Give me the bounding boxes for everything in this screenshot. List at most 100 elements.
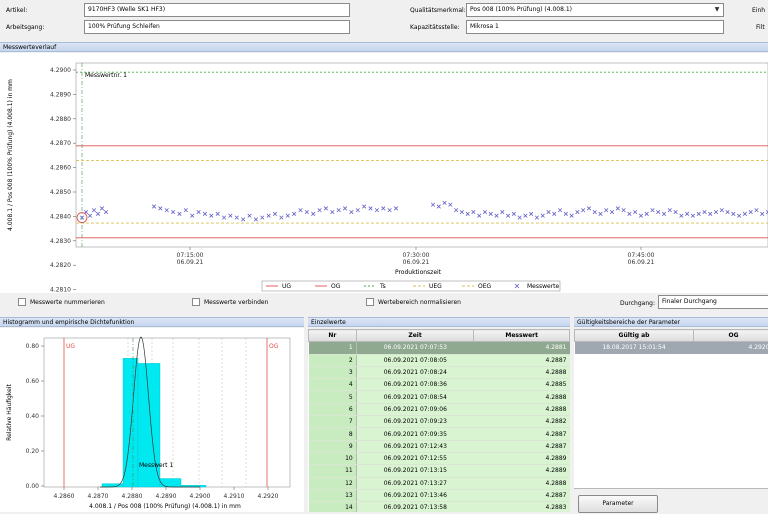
- y-tick-label: 4.2900: [50, 67, 71, 74]
- checkbox-box[interactable]: [18, 298, 26, 306]
- einzelwerte-table-wrap: Nr Zeit Messwert 106.09.2021 07:07:534.2…: [308, 329, 570, 512]
- artikel-field[interactable]: 9170HF3 (Welle SK1 HF3): [84, 3, 350, 17]
- y-tick-label: 4.2820: [50, 262, 71, 269]
- zeit-cell: 06.09.2021 07:13:27: [356, 477, 474, 489]
- og-cell: 4.2920: [693, 342, 768, 354]
- table-row[interactable]: 206.09.2021 07:08:054.2887: [309, 354, 570, 366]
- y-tick-label: 0.60: [26, 378, 40, 385]
- table-row[interactable]: 1306.09.2021 07:13:464.2887: [309, 489, 570, 501]
- arbeitsgang-label: Arbeitsgang:: [6, 24, 44, 31]
- qualitaetsmerkmal-select[interactable]: Pos 008 (100% Prüfung) (4.008.1) ▼: [466, 3, 724, 17]
- nr-cell: 14: [309, 502, 357, 512]
- legend-entry: OEG: [478, 283, 492, 290]
- messwert-cell: 4.2887: [474, 354, 570, 366]
- messwerteverlauf-header: Messwerteverlauf: [0, 42, 768, 52]
- kapazitaetsstelle-field[interactable]: Mikrosa 1: [466, 20, 724, 34]
- table-row[interactable]: 806.09.2021 07:09:354.2887: [309, 428, 570, 440]
- nr-cell: 9: [309, 440, 357, 452]
- x-tick-label: 4.2900: [190, 493, 211, 500]
- table-header-row: Gültig ab OG: [575, 330, 768, 342]
- gueltig-ab-cell: 18.08.2017 15:01:54: [575, 342, 694, 354]
- table-row[interactable]: 1406.09.2021 07:13:584.2883: [309, 502, 570, 512]
- nr-cell: 1: [309, 342, 357, 354]
- zeit-cell: 06.09.2021 07:08:05: [356, 354, 474, 366]
- y-tick-label: 4.2860: [50, 165, 71, 172]
- messwert-cell: 4.2885: [474, 379, 570, 391]
- chevron-down-icon[interactable]: ▼: [713, 6, 721, 14]
- filter-label: Filt: [756, 24, 765, 31]
- messwert-cell: 4.2887: [474, 489, 570, 501]
- histogramm-chart[interactable]: UGOGMesswert 10.800.600.400.200.004.2860…: [0, 328, 304, 512]
- messwerte-verbinden-label: Messwerte verbinden: [204, 299, 268, 306]
- messwerte-nummerieren-checkbox[interactable]: Messwerte nummerieren: [18, 298, 105, 306]
- x-tick-time: 07:30:00: [403, 252, 430, 259]
- einheit-label: Einh: [752, 7, 765, 14]
- table-row[interactable]: 1106.09.2021 07:13:154.2889: [309, 465, 570, 477]
- table-row[interactable]: 906.09.2021 07:12:434.2887: [309, 440, 570, 452]
- x-tick-time: 07:15:00: [177, 252, 204, 259]
- messwert-annotation: Messwert 1: [139, 462, 173, 469]
- x-tick-date: 06.09.21: [403, 259, 430, 266]
- zeit-cell: 06.09.2021 07:09:06: [356, 403, 474, 415]
- artikel-label: Artikel:: [6, 7, 27, 14]
- nr-cell: 2: [309, 354, 357, 366]
- messwerteverlauf-chart[interactable]: 4.29004.28904.28804.28704.28604.28504.28…: [0, 53, 768, 293]
- table-row[interactable]: 1206.09.2021 07:13:274.2888: [309, 477, 570, 489]
- messwert-cell: 4.2881: [474, 342, 570, 354]
- zeit-cell: 06.09.2021 07:08:24: [356, 366, 474, 378]
- x-tick-label: 4.2870: [88, 493, 109, 500]
- column-header-og[interactable]: OG: [693, 330, 768, 342]
- x-axis-label: Produktionszeit: [395, 269, 442, 276]
- qualitaetsmerkmal-value: Pos 008 (100% Prüfung) (4.008.1): [470, 6, 572, 13]
- table-row[interactable]: 106.09.2021 07:07:534.2881: [309, 342, 570, 354]
- checkbox-box[interactable]: [366, 298, 374, 306]
- y-tick-label: 0.00: [26, 483, 40, 490]
- nr-cell: 12: [309, 477, 357, 489]
- table-row[interactable]: 606.09.2021 07:09:064.2888: [309, 403, 570, 415]
- checkbox-box[interactable]: [192, 298, 200, 306]
- table-header-row: Nr Zeit Messwert: [309, 330, 570, 342]
- x-tick-label: 4.2890: [156, 493, 177, 500]
- arbeitsgang-field[interactable]: 100% Prüfung Schleifen: [84, 20, 350, 34]
- zeit-cell: 06.09.2021 07:13:58: [356, 502, 474, 512]
- table-row[interactable]: 506.09.2021 07:08:544.2888: [309, 391, 570, 403]
- x-tick-label: 4.2920: [258, 493, 279, 500]
- wertebereich-normalisieren-checkbox[interactable]: Wertebereich normalisieren: [366, 298, 461, 306]
- nr-cell: 13: [309, 489, 357, 501]
- nr-cell: 10: [309, 452, 357, 464]
- x-axis-label: 4.008.1 / Pos 008 (100% Prüfung) (4.008.…: [89, 503, 241, 510]
- table-row[interactable]: 706.09.2021 07:09:234.2882: [309, 416, 570, 428]
- messwerte-verbinden-checkbox[interactable]: Messwerte verbinden: [192, 298, 268, 306]
- column-header-gueltig-ab[interactable]: Gültig ab: [575, 330, 694, 342]
- zeit-cell: 06.09.2021 07:12:43: [356, 440, 474, 452]
- nr-cell: 3: [309, 366, 357, 378]
- column-header-nr[interactable]: Nr: [309, 330, 357, 342]
- table-row[interactable]: 1006.09.2021 07:12:554.2889: [309, 452, 570, 464]
- messwerteverlauf-chart-area: 4.29004.28904.28804.28704.28604.28504.28…: [0, 53, 768, 293]
- messwert-cell: 4.2889: [474, 452, 570, 464]
- einzelwerte-header: Einzelwerte: [308, 317, 570, 327]
- column-header-messwert[interactable]: Messwert: [474, 330, 570, 342]
- table-row[interactable]: 306.09.2021 07:08:244.2888: [309, 366, 570, 378]
- table-row[interactable]: 18.08.2017 15:01:54 4.2920: [575, 342, 768, 354]
- gueltigkeitsbereiche-header: Gültigkeitsbereiche der Parameter: [574, 317, 768, 327]
- messwert-cell: 4.2883: [474, 502, 570, 512]
- legend-entry: UEG: [429, 283, 442, 290]
- table-row[interactable]: 406.09.2021 07:08:364.2885: [309, 379, 570, 391]
- gueltigkeitsbereiche-table: Gültig ab OG 18.08.2017 15:01:54 4.2920: [574, 329, 768, 354]
- y-tick-label: 0.80: [26, 343, 40, 350]
- y-tick-label: 4.2810: [50, 287, 71, 293]
- x-tick-label: 4.2880: [122, 493, 143, 500]
- zeit-cell: 06.09.2021 07:12:55: [356, 452, 474, 464]
- messwert-cell: 4.2887: [474, 428, 570, 440]
- nr-cell: 6: [309, 403, 357, 415]
- nr-cell: 7: [309, 416, 357, 428]
- zeit-cell: 06.09.2021 07:13:15: [356, 465, 474, 477]
- legend-box: [262, 281, 560, 291]
- durchgang-select[interactable]: Finaler Durchgang: [658, 295, 768, 309]
- messwert-cell: 4.2888: [474, 477, 570, 489]
- parameter-button[interactable]: Parameter: [578, 495, 658, 513]
- nr-cell: 5: [309, 391, 357, 403]
- histogram-bar: [123, 358, 138, 487]
- column-header-zeit[interactable]: Zeit: [356, 330, 474, 342]
